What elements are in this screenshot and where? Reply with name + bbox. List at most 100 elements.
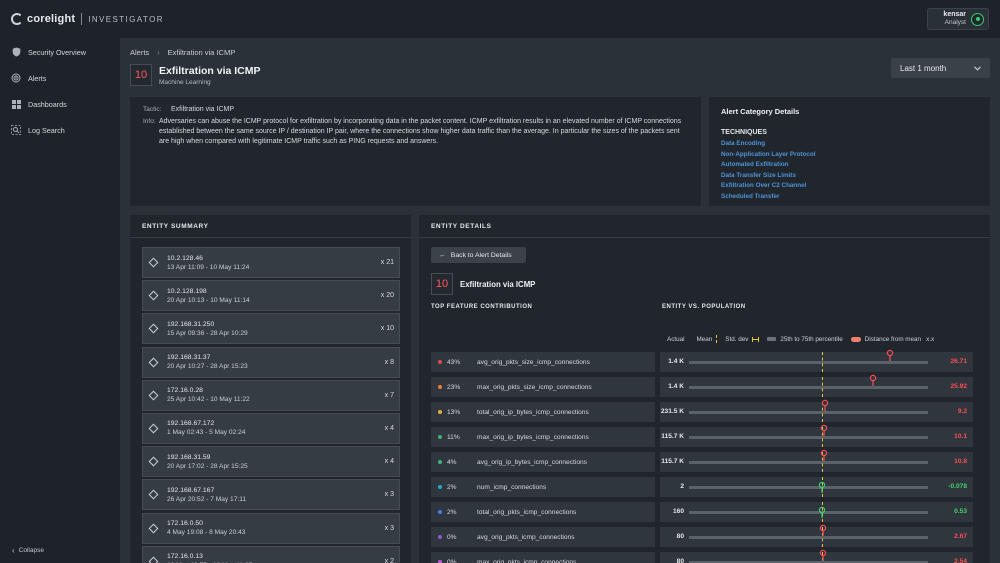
entity-item[interactable]: 10.2.128.46 13 Apr 11:09 - 10 May 11:24 x … bbox=[142, 247, 400, 278]
sidebar-item-security-overview[interactable]: Security Overview bbox=[0, 39, 120, 65]
app-logo[interactable]: corelight INVESTIGATOR bbox=[11, 13, 164, 25]
feature-population-bar: 2 -0.078 bbox=[660, 477, 973, 497]
feature-color-dot bbox=[438, 385, 442, 389]
entity-item[interactable]: 10.2.128.198 20 Apr 10:13 - 10 May 11:14 x… bbox=[142, 280, 400, 312]
breadcrumb-alerts-link[interactable]: Alerts bbox=[130, 48, 149, 57]
entity-item[interactable]: 172.16.0.28 25 Apr 10:42 - 10 May 11:22 x … bbox=[142, 379, 400, 411]
feature-name: avg_orig_pkts_icmp_connections bbox=[477, 533, 575, 541]
entity-item[interactable]: 192.168.31.59 20 Apr 17:02 - 28 Apr 15:25… bbox=[142, 446, 400, 478]
entity-count: x 20 bbox=[380, 292, 394, 300]
feature-population-bar: 1.4 K 25.92 bbox=[660, 374, 973, 397]
entity-item[interactable]: 192.168.31.37 20 Apr 10:27 - 28 Apr 15:23… bbox=[142, 346, 400, 378]
feature-actual-value: 1.4 K bbox=[668, 358, 684, 365]
entity-count: x 10 bbox=[380, 325, 394, 333]
alert-info-panel: Tactic: Exfiltration via ICMP Info: Adve… bbox=[130, 97, 701, 206]
entity-date-range: 4 May 19:08 - 8 May 20:43 bbox=[167, 529, 246, 536]
page-title: Exfiltration via ICMP bbox=[159, 64, 261, 77]
feature-row: 4% avg_orig_ip_bytes_icmp_connections 115.… bbox=[431, 449, 973, 472]
page-subtitle: Machine Learning bbox=[159, 78, 211, 86]
user-menu[interactable]: kensar Analyst bbox=[927, 8, 989, 30]
back-to-alert-details-button[interactable]: ← Back to Alert Details bbox=[431, 247, 526, 263]
distance-from-mean: 2.67 bbox=[954, 533, 967, 540]
entity-item[interactable]: 192.168.31.250 15 Apr 09:36 - 28 Apr 10:2… bbox=[142, 313, 400, 345]
percentile-bar bbox=[689, 486, 928, 489]
entity-score-badge: 10 bbox=[431, 273, 453, 295]
feature-name: total_orig_pkts_icmp_connections bbox=[477, 508, 577, 516]
legend-percentile-label: 25th to 75th percentile bbox=[780, 335, 843, 343]
feature-population-bar: 80 2.54 bbox=[660, 549, 973, 563]
distance-from-mean: 26.71 bbox=[950, 358, 967, 365]
entity-item[interactable]: 192.168.67.172 1 May 02:43 - 5 May 02:24 x… bbox=[142, 412, 400, 444]
sidebar-item-label: Log Search bbox=[28, 125, 65, 135]
entity-date-range: 20 Apr 10:27 - 28 Apr 15:23 bbox=[167, 363, 248, 371]
technique-link[interactable]: Scheduled Transfer bbox=[721, 192, 978, 203]
collapse-label: Collapse bbox=[18, 547, 44, 554]
feature-name: max_orig_ip_bytes_icmp_connections bbox=[477, 433, 589, 441]
feature-contribution: 0% max_orig_pkts_icmp_connections bbox=[431, 552, 655, 563]
technique-link[interactable]: Non-Application Layer Protocol bbox=[721, 150, 978, 161]
entity-date-range: 26 Apr 20:52 - 7 May 17:11 bbox=[167, 495, 247, 503]
chevron-left-icon: ‹ bbox=[12, 546, 15, 555]
feature-percent: 2% bbox=[447, 483, 457, 491]
entity-details-panel: ENTITY DETAILS ← Back to Alert Details 1… bbox=[419, 215, 990, 563]
feature-population-bar: 80 2.67 bbox=[660, 524, 973, 547]
feature-actual-value: 231.5 K bbox=[660, 408, 684, 415]
feature-population-bar: 115.7 K 10.8 bbox=[660, 449, 973, 472]
distance-swatch bbox=[850, 336, 861, 342]
technique-link[interactable]: Data Transfer Size Limits bbox=[721, 171, 978, 182]
feature-color-dot bbox=[438, 435, 442, 439]
feature-actual-value: 115.7 K bbox=[661, 458, 684, 465]
alert-header: 10 Exfiltration via ICMP Machine Learnin… bbox=[130, 64, 261, 86]
entity-count: x 2 bbox=[384, 557, 394, 563]
feature-actual-value: 1.4 K bbox=[668, 383, 684, 390]
feature-population-bar: 1.4 K 26.71 bbox=[660, 349, 973, 372]
feature-row: 0% max_orig_pkts_icmp_connections 80 2.54 bbox=[431, 549, 973, 563]
info-text: Adversaries can abuse the ICMP protocol … bbox=[159, 118, 682, 145]
entity-ip: 172.16.0.13 bbox=[167, 553, 203, 561]
feature-row: 2% num_icmp_connections 2 -0.078 bbox=[431, 477, 973, 497]
entity-date-range: 20 Apr 17:02 - 28 Apr 15:25 bbox=[167, 462, 248, 470]
sidebar-item-alerts[interactable]: Alerts bbox=[0, 65, 120, 91]
mean-line-swatch bbox=[716, 335, 718, 343]
breadcrumb-current: Exfiltration via ICMP bbox=[167, 48, 236, 57]
feature-percent: 0% bbox=[447, 558, 457, 563]
corelight-logo-icon bbox=[11, 13, 23, 25]
feature-percent: 13% bbox=[447, 408, 461, 416]
technique-link[interactable]: Automated Exfiltration bbox=[721, 160, 978, 171]
entity-diamond-icon bbox=[148, 456, 159, 467]
avatar[interactable] bbox=[971, 12, 984, 26]
mean-line bbox=[821, 377, 823, 397]
entity-item[interactable]: 172.16.0.1310 May 10:55 - 10 May 11:05x … bbox=[142, 545, 400, 563]
feature-actual-value: 2 bbox=[680, 483, 684, 490]
feature-contribution: 11% max_orig_ip_bytes_icmp_connections bbox=[431, 427, 655, 447]
technique-link[interactable]: Data Encoding bbox=[721, 139, 978, 150]
breadcrumb: Alerts › Exfiltration via ICMP bbox=[130, 48, 235, 57]
entity-diamond-icon bbox=[148, 290, 159, 301]
entity-count: x 3 bbox=[384, 524, 394, 532]
main-content: Alerts › Exfiltration via ICMP 10 Exfilt… bbox=[120, 38, 1000, 563]
legend-mean-label: Mean bbox=[696, 335, 713, 343]
entity-count: x 21 bbox=[380, 259, 394, 266]
entity-item[interactable]: 172.16.0.50 4 May 19:08 - 8 May 20:43 x 3 bbox=[142, 512, 400, 544]
entity-date-range: 13 Apr 11:09 - 10 May 11:24 bbox=[167, 263, 250, 271]
time-range-select[interactable]: Last 1 month bbox=[891, 58, 990, 78]
technique-link[interactable]: Exfiltration Over C2 Channel bbox=[721, 181, 978, 192]
sidebar-item-log-search[interactable]: Log Search bbox=[0, 117, 120, 143]
legend-actual: Actual bbox=[667, 335, 685, 343]
sidebar-item-dashboards[interactable]: Dashboards bbox=[0, 91, 120, 117]
category-title: Alert Category Details bbox=[721, 107, 800, 116]
feature-color-dot bbox=[438, 460, 442, 464]
feature-color-dot bbox=[438, 510, 442, 514]
entity-diamond-icon bbox=[148, 489, 159, 500]
actual-marker bbox=[819, 549, 827, 561]
collapse-button[interactable]: ‹ Collapse bbox=[12, 546, 44, 555]
entity-ip: 192.168.31.250 bbox=[167, 320, 215, 328]
distance-from-mean: 0.53 bbox=[954, 508, 967, 515]
legend-std: Std. dev bbox=[725, 336, 760, 343]
distance-from-mean: 9.2 bbox=[957, 408, 967, 415]
entity-date-range: 15 Apr 09:36 - 28 Apr 10:29 bbox=[167, 329, 248, 337]
entity-date-range: 1 May 02:43 - 5 May 02:24 bbox=[167, 429, 246, 437]
entity-item[interactable]: 192.168.67.167 26 Apr 20:52 - 7 May 17:11… bbox=[142, 479, 400, 511]
sidebar-item-label: Security Overview bbox=[28, 47, 86, 57]
entity-list: 10.2.128.46 13 Apr 11:09 - 10 May 11:24 x … bbox=[142, 247, 400, 563]
